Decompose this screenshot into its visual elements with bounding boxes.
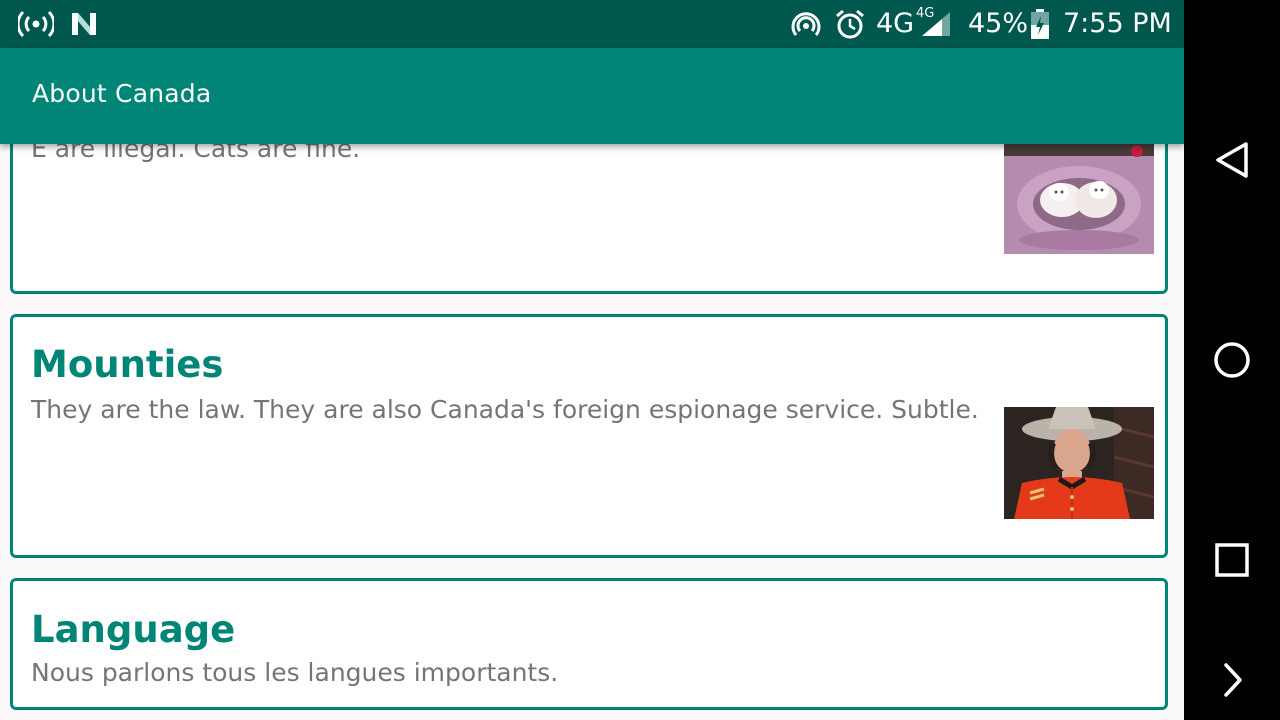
n-logo-icon xyxy=(72,13,96,35)
recents-icon[interactable] xyxy=(1212,540,1252,580)
network-type-label: 4G xyxy=(876,8,915,39)
back-icon[interactable] xyxy=(1212,140,1252,180)
card-cats[interactable]: E are illegal. Cats are fine. xyxy=(10,144,1168,294)
app-bar: About Canada xyxy=(0,48,1184,144)
status-bar: 4G 4G 45% 7:55 PM xyxy=(0,0,1184,48)
card-language[interactable]: Language Nous parlons tous les langues i… xyxy=(10,578,1168,710)
card-text: They are the law. They are also Canada's… xyxy=(31,395,979,424)
signal-icon xyxy=(922,12,950,36)
alarm-icon xyxy=(836,9,864,39)
card-mounties[interactable]: Mounties They are the law. They are also… xyxy=(10,314,1168,558)
hotspot-icon xyxy=(18,10,54,38)
card-title: Mounties xyxy=(31,343,224,386)
app-title: About Canada xyxy=(32,79,212,108)
navigation-bar xyxy=(1184,0,1280,720)
mountie-image xyxy=(1004,407,1154,519)
card-text: Nous parlons tous les langues importants… xyxy=(31,658,559,687)
battery-icon xyxy=(1031,9,1049,39)
cast-icon xyxy=(791,12,821,36)
kittens-image xyxy=(1004,144,1154,254)
content-list[interactable]: E are illegal. Cats are fine. Mounties T… xyxy=(0,144,1184,720)
card-title: Language xyxy=(31,608,236,651)
next-icon[interactable] xyxy=(1212,660,1252,700)
card-text: E are illegal. Cats are fine. xyxy=(31,144,361,163)
battery-percent: 45% xyxy=(968,8,1029,39)
home-icon[interactable] xyxy=(1212,340,1252,380)
clock: 7:55 PM xyxy=(1063,8,1172,39)
